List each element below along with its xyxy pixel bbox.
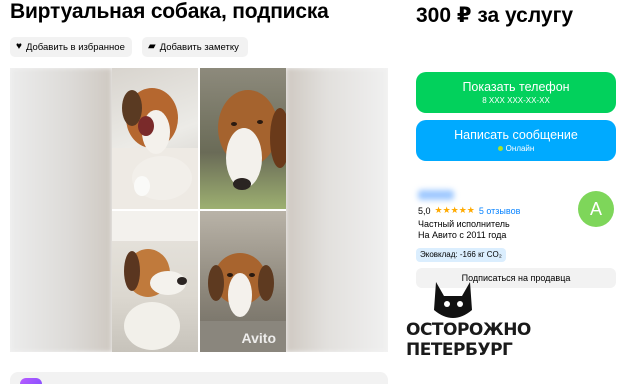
seller-since: На Авито с 2011 года xyxy=(418,230,507,240)
add-note-button[interactable]: ▰ Добавить заметку xyxy=(142,37,248,57)
write-message-label: Написать сообщение xyxy=(454,128,578,142)
logo-line-1: ОСТОРОЖНО xyxy=(406,320,531,340)
seller-type: Частный исполнитель xyxy=(418,219,510,229)
seller-rating: 5,0 ★★★★★ 5 отзывов xyxy=(418,205,520,216)
photo-gallery[interactable]: Avito xyxy=(10,68,388,352)
listing-price: 300 ₽ за услугу xyxy=(416,4,573,27)
photo-collage[interactable]: Avito xyxy=(112,68,286,352)
bottom-card[interactable] xyxy=(10,372,388,384)
avatar-letter: A xyxy=(589,198,602,219)
online-status: Онлайн xyxy=(416,144,616,153)
listing-title: Виртуальная собака, подписка xyxy=(10,0,329,23)
add-note-label: Добавить заметку xyxy=(159,41,239,53)
online-status-text: Онлайн xyxy=(505,144,535,153)
add-favorite-button[interactable]: ♥ Добавить в избранное xyxy=(10,37,132,57)
avito-watermark: Avito xyxy=(241,330,276,346)
star-icons: ★★★★★ xyxy=(434,205,475,215)
logo-line-2: ПЕТЕРБУРГ xyxy=(406,340,513,360)
promo-icon xyxy=(20,378,42,384)
online-dot-icon xyxy=(497,146,503,152)
show-phone-button[interactable]: Показать телефон 8 XXX XXX-XX-XX xyxy=(416,72,616,113)
note-icon: ▰ xyxy=(148,41,156,52)
photo-dog-looking-up[interactable] xyxy=(112,211,198,352)
gallery-blur-right xyxy=(286,68,388,352)
gallery-blur-left xyxy=(10,68,112,352)
seller-avatar[interactable]: A xyxy=(578,191,614,227)
add-favorite-label: Добавить в избранное xyxy=(25,41,125,53)
rating-value: 5,0 xyxy=(418,205,431,216)
heart-icon: ♥ xyxy=(16,41,22,52)
show-phone-label: Показать телефон xyxy=(462,80,570,94)
reviews-link[interactable]: 5 отзывов xyxy=(479,206,521,216)
seller-name[interactable] xyxy=(418,190,454,200)
osторожно-logo: ОСТОРОЖНО ПЕТЕРБУРГ xyxy=(404,280,538,364)
photo-dog-yawning[interactable] xyxy=(112,68,198,209)
eco-badge[interactable]: Эковклад: -166 кг CO₂ xyxy=(416,248,506,262)
photo-dog-on-pillow[interactable]: Avito xyxy=(200,211,286,352)
masked-phone: 8 XXX XXX-XX-XX xyxy=(482,96,550,105)
cat-logo-icon xyxy=(434,282,472,318)
photo-dog-lying-head[interactable] xyxy=(200,68,286,209)
write-message-button[interactable]: Написать сообщение Онлайн xyxy=(416,120,616,161)
